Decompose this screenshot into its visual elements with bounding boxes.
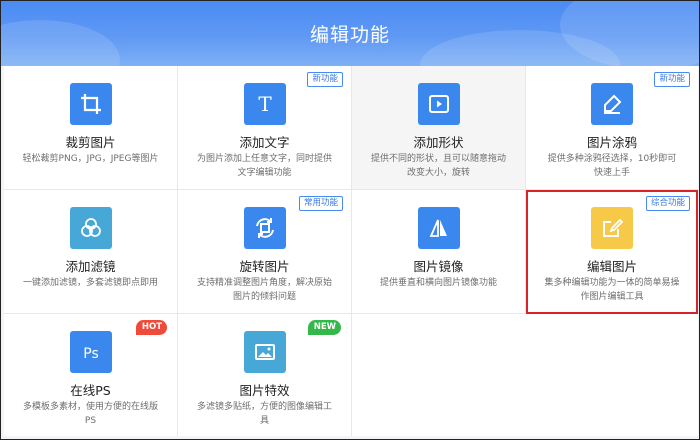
header-banner: 编辑功能 — [0, 0, 700, 66]
card-desc: 支持精准调整图片角度，解决原始图片的倾斜问题 — [196, 278, 332, 302]
ps-icon: Ps — [69, 331, 112, 373]
card-image-effect[interactable]: NEW 图片特效 多滤镜多贴纸，方便的图像编辑工具 — [178, 314, 352, 436]
card-desc: 轻松裁剪PNG，JPG，JPEG等图片 — [22, 154, 159, 164]
common-feature-tag: 常用功能 — [298, 196, 343, 211]
hot-badge: HOT — [135, 320, 167, 335]
card-doodle[interactable]: 新功能 图片涂鸦 提供多种涂鸦径选择，10秒即可快速上手 — [526, 66, 698, 190]
card-title: 裁剪图片 — [65, 135, 116, 150]
card-title: 在线PS — [70, 383, 111, 398]
card-title: 图片涂鸦 — [586, 135, 637, 150]
card-title: 添加滤镜 — [65, 259, 116, 274]
card-title: 图片镜像 — [413, 259, 464, 274]
card-desc: 提供垂直和横向图片镜像功能 — [379, 278, 497, 288]
image-effect-icon — [243, 331, 286, 373]
card-title: 编辑图片 — [586, 259, 637, 274]
card-edit-image[interactable]: 综合功能 编辑图片 集多种编辑功能为一体的简单易操作图片编辑工具 — [526, 190, 698, 314]
card-desc: 多模板多素材，使用方便的在线版PS — [22, 402, 158, 426]
card-desc: 提供多种涂鸦径选择，10秒即可快速上手 — [547, 154, 677, 178]
card-desc: 提供不同的形状，且可以随意拖动改变大小，旋转 — [370, 154, 506, 178]
filter-icon — [69, 207, 112, 249]
card-title: 添加形状 — [413, 135, 464, 150]
new-feature-tag: 新功能 — [307, 72, 343, 87]
rotate-icon — [243, 207, 286, 249]
mirror-icon — [417, 207, 460, 249]
card-desc: 多滤镜多贴纸，方便的图像编辑工具 — [196, 402, 332, 426]
card-desc: 一键添加滤镜，多套滤镜即点即用 — [22, 278, 158, 288]
card-rotate[interactable]: 常用功能 旋转图片 支持精准调整图片角度，解决原始图片的倾斜问题 — [178, 190, 352, 314]
card-online-ps[interactable]: HOT Ps 在线PS 多模板多素材，使用方便的在线版PS — [4, 314, 178, 436]
card-desc: 为图片添加上任意文字，同时提供文字编辑功能 — [196, 154, 332, 178]
card-mirror[interactable]: 图片镜像 提供垂直和横向图片镜像功能 — [352, 190, 526, 314]
crop-icon — [69, 83, 112, 125]
card-title: 旋转图片 — [239, 259, 290, 274]
page-title: 编辑功能 — [309, 24, 390, 46]
card-filter[interactable]: 添加滤镜 一键添加滤镜，多套滤镜即点即用 — [4, 190, 178, 314]
new-feature-tag: 新功能 — [654, 72, 690, 87]
svg-text:T: T — [258, 92, 272, 116]
card-add-text[interactable]: 新功能 T 添加文字 为图片添加上任意文字，同时提供文字编辑功能 — [178, 66, 352, 190]
card-add-shape[interactable]: 添加形状 提供不同的形状，且可以随意拖动改变大小，旋转 — [352, 66, 526, 190]
card-crop[interactable]: 裁剪图片 轻松裁剪PNG，JPG，JPEG等图片 — [4, 66, 178, 190]
new-badge: NEW — [307, 320, 341, 335]
edit-icon — [591, 207, 633, 249]
card-desc: 集多种编辑功能为一体的简单易操作图片编辑工具 — [544, 278, 680, 302]
feature-grid: 裁剪图片 轻松裁剪PNG，JPG，JPEG等图片 新功能 T 添加文字 为图片添… — [4, 66, 698, 436]
text-icon: T — [243, 83, 286, 125]
comprehensive-feature-tag: 综合功能 — [645, 196, 690, 211]
card-title: 添加文字 — [239, 135, 290, 150]
card-title: 图片特效 — [239, 383, 290, 398]
play-shape-icon — [417, 83, 460, 125]
svg-text:Ps: Ps — [83, 346, 99, 362]
pen-icon — [591, 83, 633, 125]
